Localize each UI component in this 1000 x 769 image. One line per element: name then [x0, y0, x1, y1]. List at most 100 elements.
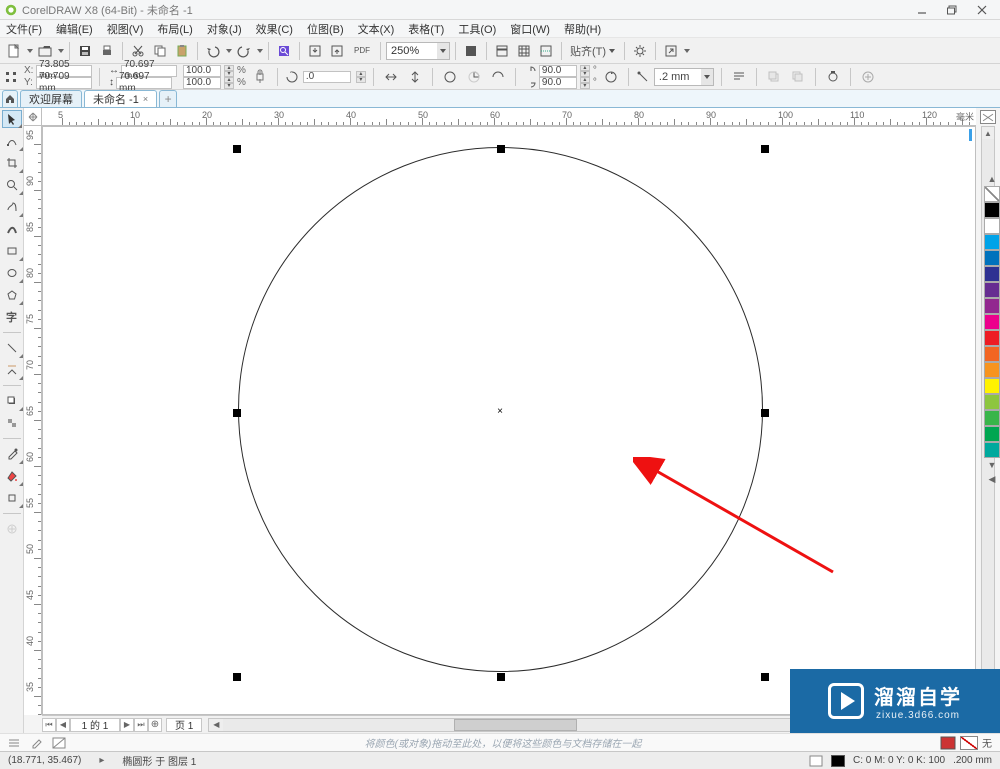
color-swatch[interactable] — [984, 218, 1000, 234]
direction-button[interactable] — [601, 67, 621, 87]
selection-handle-sw[interactable] — [233, 673, 241, 681]
search-button[interactable] — [274, 41, 294, 61]
menu-text[interactable]: 文本(X) — [358, 21, 395, 37]
dimension-tool[interactable] — [2, 339, 22, 357]
horizontal-ruler[interactable]: 5102030405060708090100110120130毫米 — [42, 108, 976, 126]
mirror-h-button[interactable] — [381, 67, 401, 87]
import-button[interactable] — [305, 41, 325, 61]
to-back-button[interactable] — [788, 67, 808, 87]
fill-swatch-icon[interactable] — [940, 736, 956, 750]
color-swatch[interactable] — [984, 410, 1000, 426]
prev-page-button[interactable]: ◀ — [56, 718, 70, 732]
quick-customize-tool[interactable] — [2, 520, 22, 538]
selection-center[interactable]: × — [496, 407, 504, 415]
menu-layout[interactable]: 布局(L) — [157, 21, 192, 37]
scroll-up-button[interactable]: ▲ — [982, 127, 994, 139]
copy-button[interactable] — [150, 41, 170, 61]
next-page-button[interactable]: ▶ — [120, 718, 134, 732]
pick-tool[interactable] — [2, 110, 22, 128]
eyedropper-tool[interactable] — [2, 445, 22, 463]
fullscreen-button[interactable] — [461, 41, 481, 61]
drawing-canvas[interactable]: × — [42, 126, 976, 715]
menu-window[interactable]: 窗口(W) — [510, 21, 550, 37]
palette-nocolor[interactable] — [52, 737, 66, 749]
fill-color-swatch[interactable] — [831, 755, 845, 767]
new-tab-button[interactable]: + — [159, 90, 177, 107]
palette-scroll-down[interactable]: ▼ — [984, 458, 1000, 472]
spinner[interactable]: ▴▾ — [356, 71, 366, 83]
welcome-tab[interactable]: 欢迎屏幕 — [20, 90, 82, 107]
text-tool[interactable]: 字 — [2, 308, 22, 326]
last-page-button[interactable]: ⏭ — [134, 718, 148, 732]
wrap-text-button[interactable] — [729, 67, 749, 87]
close-tab-icon[interactable]: × — [143, 94, 148, 104]
artistic-media-tool[interactable] — [2, 220, 22, 238]
menu-edit[interactable]: 编辑(E) — [56, 21, 93, 37]
color-swatch[interactable] — [984, 378, 1000, 394]
selection-handle-w[interactable] — [233, 409, 241, 417]
spinner[interactable]: ▴▾ — [224, 77, 234, 89]
fill-none-swatch[interactable] — [960, 736, 978, 750]
no-fill-swatch[interactable] — [980, 110, 996, 124]
crop-tool[interactable] — [2, 154, 22, 172]
menu-table[interactable]: 表格(T) — [408, 21, 444, 37]
height-input[interactable]: 70.697 mm — [116, 77, 172, 89]
color-swatch[interactable] — [984, 298, 1000, 314]
show-grid-button[interactable] — [514, 41, 534, 61]
scroll-left-button[interactable]: ◀ — [209, 719, 223, 731]
scale-x-input[interactable]: 100.0 — [183, 65, 221, 77]
export-button[interactable] — [327, 41, 347, 61]
paste-button[interactable] — [172, 41, 192, 61]
dropdown-icon[interactable] — [684, 48, 690, 54]
save-button[interactable] — [75, 41, 95, 61]
rotation-input[interactable]: .0 — [303, 71, 351, 83]
color-swatch[interactable] — [984, 202, 1000, 218]
y-position-input[interactable]: 70.709 mm — [36, 77, 92, 89]
color-proof-icon[interactable] — [809, 755, 823, 767]
dropdown-icon[interactable] — [257, 48, 263, 54]
convert-curves-button[interactable] — [823, 67, 843, 87]
menu-file[interactable]: 文件(F) — [6, 21, 42, 37]
fill-tool[interactable] — [2, 467, 22, 485]
eyedropper-icon[interactable] — [30, 737, 42, 749]
spinner[interactable]: ▴▾ — [580, 77, 590, 89]
launch-button[interactable] — [661, 41, 681, 61]
color-swatch[interactable] — [984, 442, 1000, 458]
scale-y-input[interactable]: 100.0 — [183, 77, 221, 89]
arc-mode-button[interactable] — [488, 67, 508, 87]
drop-shadow-tool[interactable] — [2, 392, 22, 410]
outline-width-select[interactable]: .2 mm — [654, 68, 714, 86]
rectangle-tool[interactable] — [2, 242, 22, 260]
menu-help[interactable]: 帮助(H) — [564, 21, 601, 37]
ruler-origin[interactable] — [24, 108, 42, 126]
first-page-button[interactable]: ⏮ — [42, 718, 56, 732]
ellipse-mode-button[interactable] — [440, 67, 460, 87]
selection-handle-nw[interactable] — [233, 145, 241, 153]
page-tab-1[interactable]: 页 1 — [166, 718, 202, 732]
color-swatch[interactable] — [984, 362, 1000, 378]
no-color-swatch[interactable] — [984, 186, 1000, 202]
palette-flyout[interactable]: ◀ — [984, 472, 1000, 486]
publish-pdf-button[interactable]: PDF — [349, 41, 375, 61]
palette-menu-icon[interactable] — [8, 737, 20, 749]
home-tab[interactable] — [2, 90, 18, 107]
print-button[interactable] — [97, 41, 117, 61]
color-swatch[interactable] — [984, 346, 1000, 362]
color-swatch[interactable] — [984, 234, 1000, 250]
mirror-v-button[interactable] — [405, 67, 425, 87]
cut-button[interactable] — [128, 41, 148, 61]
scroll-thumb[interactable] — [454, 719, 577, 731]
palette-scroll-up[interactable]: ▲ — [984, 172, 1000, 186]
pie-mode-button[interactable] — [464, 67, 484, 87]
start-angle-input[interactable]: 90.0 — [539, 65, 577, 77]
minimize-button[interactable] — [910, 2, 934, 18]
show-rulers-button[interactable] — [492, 41, 512, 61]
add-page-button[interactable]: ⊕ — [148, 718, 162, 732]
to-front-button[interactable] — [764, 67, 784, 87]
color-swatch[interactable] — [984, 266, 1000, 282]
shape-tool[interactable] — [2, 132, 22, 150]
menu-view[interactable]: 视图(V) — [107, 21, 144, 37]
color-swatch[interactable] — [984, 426, 1000, 442]
selection-handle-s[interactable] — [497, 673, 505, 681]
connector-tool[interactable] — [2, 361, 22, 379]
